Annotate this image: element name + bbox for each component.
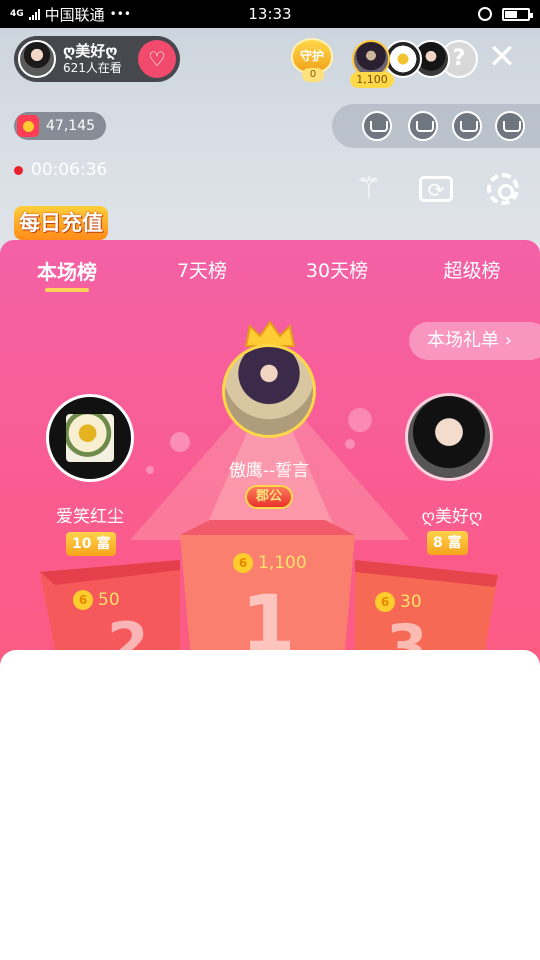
rank-3-score: 6 30 (375, 592, 422, 612)
sofa-seat-icon[interactable] (495, 111, 525, 141)
settings-gear-icon[interactable] (484, 170, 522, 208)
status-bar: 4G 中国联通 ••• 13:33 (0, 0, 540, 28)
rank-1-avatar[interactable] (222, 344, 316, 438)
coin-icon: 6 (73, 590, 93, 610)
rank-2-score-value: 50 (98, 590, 120, 610)
tab-7-days[interactable]: 7天榜 (142, 256, 262, 283)
leaderboard-tabs: 本场榜 7天榜 30天榜 超级榜 (0, 240, 540, 298)
rank-1-score-value: 1,100 (258, 553, 307, 573)
guardian-count: 0 (302, 68, 324, 82)
coin-icon: 6 (233, 553, 253, 573)
rank-2-score: 6 50 (73, 590, 120, 610)
wealth-level-badge: 10 富 (66, 532, 117, 556)
sofa-seat-icon[interactable] (408, 111, 438, 141)
beauty-wand-icon[interactable]: ⚚ (350, 170, 388, 208)
rank-2-name: 爱笑红尘 (56, 507, 124, 527)
host-name: ღ美好ღ (63, 42, 118, 60)
rank-1-score: 6 1,100 (233, 553, 307, 573)
sofa-seat-icon[interactable] (362, 111, 392, 141)
top-viewer-contribution: 1,100 (350, 72, 394, 88)
switch-camera-icon[interactable] (417, 170, 455, 209)
sofa-seat-icon[interactable] (452, 111, 482, 141)
signal-icon (28, 8, 40, 20)
live-timer-value: 00:06:36 (31, 160, 108, 180)
recording-dot-icon (14, 165, 23, 175)
close-icon[interactable]: ✕ (484, 40, 520, 76)
rank-3-score-value: 30 (400, 592, 422, 612)
battery-icon (502, 7, 533, 21)
wealth-level-badge: 8 富 (427, 531, 468, 555)
gift-list-button[interactable]: 本场礼单 › (409, 322, 540, 360)
active-tab-indicator (45, 288, 89, 292)
coin-icon: 6 (375, 592, 395, 612)
more-notifications-icon: ••• (109, 7, 131, 21)
network-type: 4G (10, 8, 24, 19)
live-timer: 00:06:36 (14, 160, 107, 180)
carrier-name: 中国联通 (44, 5, 105, 24)
tab-this-show[interactable]: 本场榜 (7, 256, 127, 285)
rank-2-avatar[interactable] (46, 394, 134, 482)
rank-1-name: 傲鹰--誓言 (228, 461, 310, 481)
follow-button[interactable]: ♡ (138, 40, 176, 78)
leaderboard-panel: 本场榜 7天榜 30天榜 超级榜 本场礼单 › 傲鹰--誓言 爱笑红尘 ღ美好ღ… (0, 240, 540, 960)
diamond-icon (17, 115, 39, 137)
diamond-value: 47,145 (46, 118, 95, 134)
host-avatar[interactable] (18, 40, 56, 78)
daily-recharge-banner[interactable]: 每日充值 (14, 206, 108, 240)
rank-3-avatar[interactable] (405, 393, 493, 481)
tab-30-days[interactable]: 30天榜 (277, 256, 397, 283)
leaderboard-list (0, 650, 540, 960)
alarm-icon (478, 7, 492, 21)
rank-3-name: ღ美好ღ (421, 507, 483, 527)
host-info[interactable]: ღ美好ღ 621人在看 ♡ (14, 36, 180, 82)
heart-plus-icon: ♡ (148, 47, 166, 71)
viewer-count: 621人在看 (63, 61, 122, 75)
diamond-balance[interactable]: 47,145 (14, 112, 106, 140)
tab-super[interactable]: 超级榜 (412, 256, 532, 283)
noble-title-badge: 郡公 (245, 485, 293, 509)
guest-seats (332, 104, 540, 148)
guardian-badge[interactable]: 守护 0 (289, 38, 335, 84)
